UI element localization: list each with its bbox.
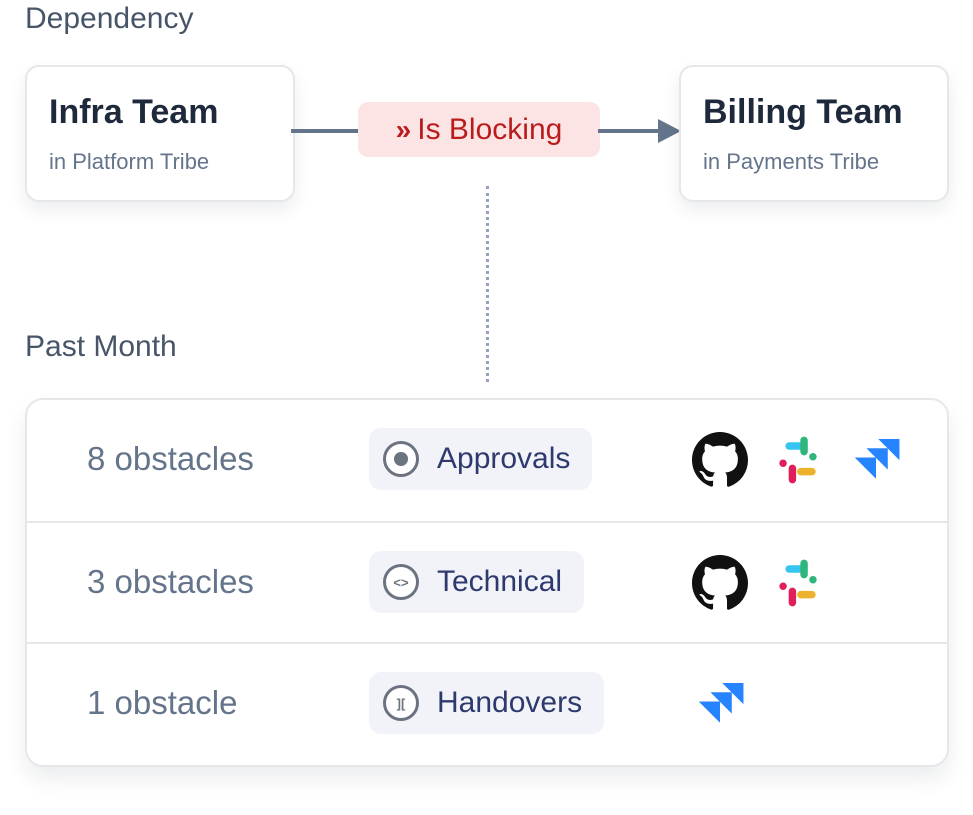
relation-label: Is Blocking	[417, 112, 563, 146]
tool-icons	[692, 432, 904, 488]
source-team-name: Infra Team	[49, 93, 219, 131]
source-team-tribe: in Platform Tribe	[49, 149, 210, 174]
slack-icon	[779, 559, 817, 607]
tool-icons	[692, 676, 748, 732]
source-team-card[interactable]: Infra Team in Platform Tribe	[25, 65, 295, 202]
obstacle-count: 1 obstacle	[87, 684, 238, 721]
obstacle-row[interactable]: 1 obstacle ][ Handovers	[27, 642, 947, 765]
obstacle-count: 8 obstacles	[87, 440, 254, 477]
github-icon	[692, 432, 748, 487]
connector-line-right	[598, 129, 660, 133]
code-icon: <>	[383, 564, 419, 600]
handover-icon: ][	[383, 685, 419, 721]
category-label: Approvals	[437, 442, 571, 475]
obstacle-row[interactable]: 3 obstacles <> Technical	[27, 521, 947, 644]
obstacle-count: 3 obstacles	[87, 563, 254, 600]
category-chip[interactable]: <> Technical	[369, 551, 585, 613]
target-team-name: Billing Team	[703, 93, 903, 131]
radio-dot-icon	[383, 441, 419, 477]
slack-icon	[779, 436, 817, 484]
past-month-heading: Past Month	[25, 330, 177, 363]
obstacles-table: 8 obstacles Approvals 3 obstacles <> Tec…	[25, 398, 949, 767]
jira-icon	[699, 683, 744, 723]
category-chip[interactable]: ][ Handovers	[369, 672, 605, 734]
obstacle-row[interactable]: 8 obstacles Approvals	[27, 400, 947, 521]
relation-badge: » Is Blocking	[358, 102, 600, 157]
github-icon	[692, 555, 748, 610]
connector-line-left	[291, 129, 361, 133]
tool-icons	[692, 555, 826, 611]
dependency-heading: Dependency	[25, 2, 194, 35]
chevrons-right-icon: »	[395, 113, 411, 145]
jira-icon	[855, 439, 900, 479]
category-label: Technical	[437, 565, 563, 598]
category-label: Handovers	[437, 686, 583, 719]
target-team-tribe: in Payments Tribe	[703, 149, 880, 174]
dotted-connector	[486, 186, 489, 382]
category-chip[interactable]: Approvals	[369, 428, 593, 490]
target-team-card[interactable]: Billing Team in Payments Tribe	[679, 65, 949, 202]
arrow-head-icon	[658, 119, 681, 143]
